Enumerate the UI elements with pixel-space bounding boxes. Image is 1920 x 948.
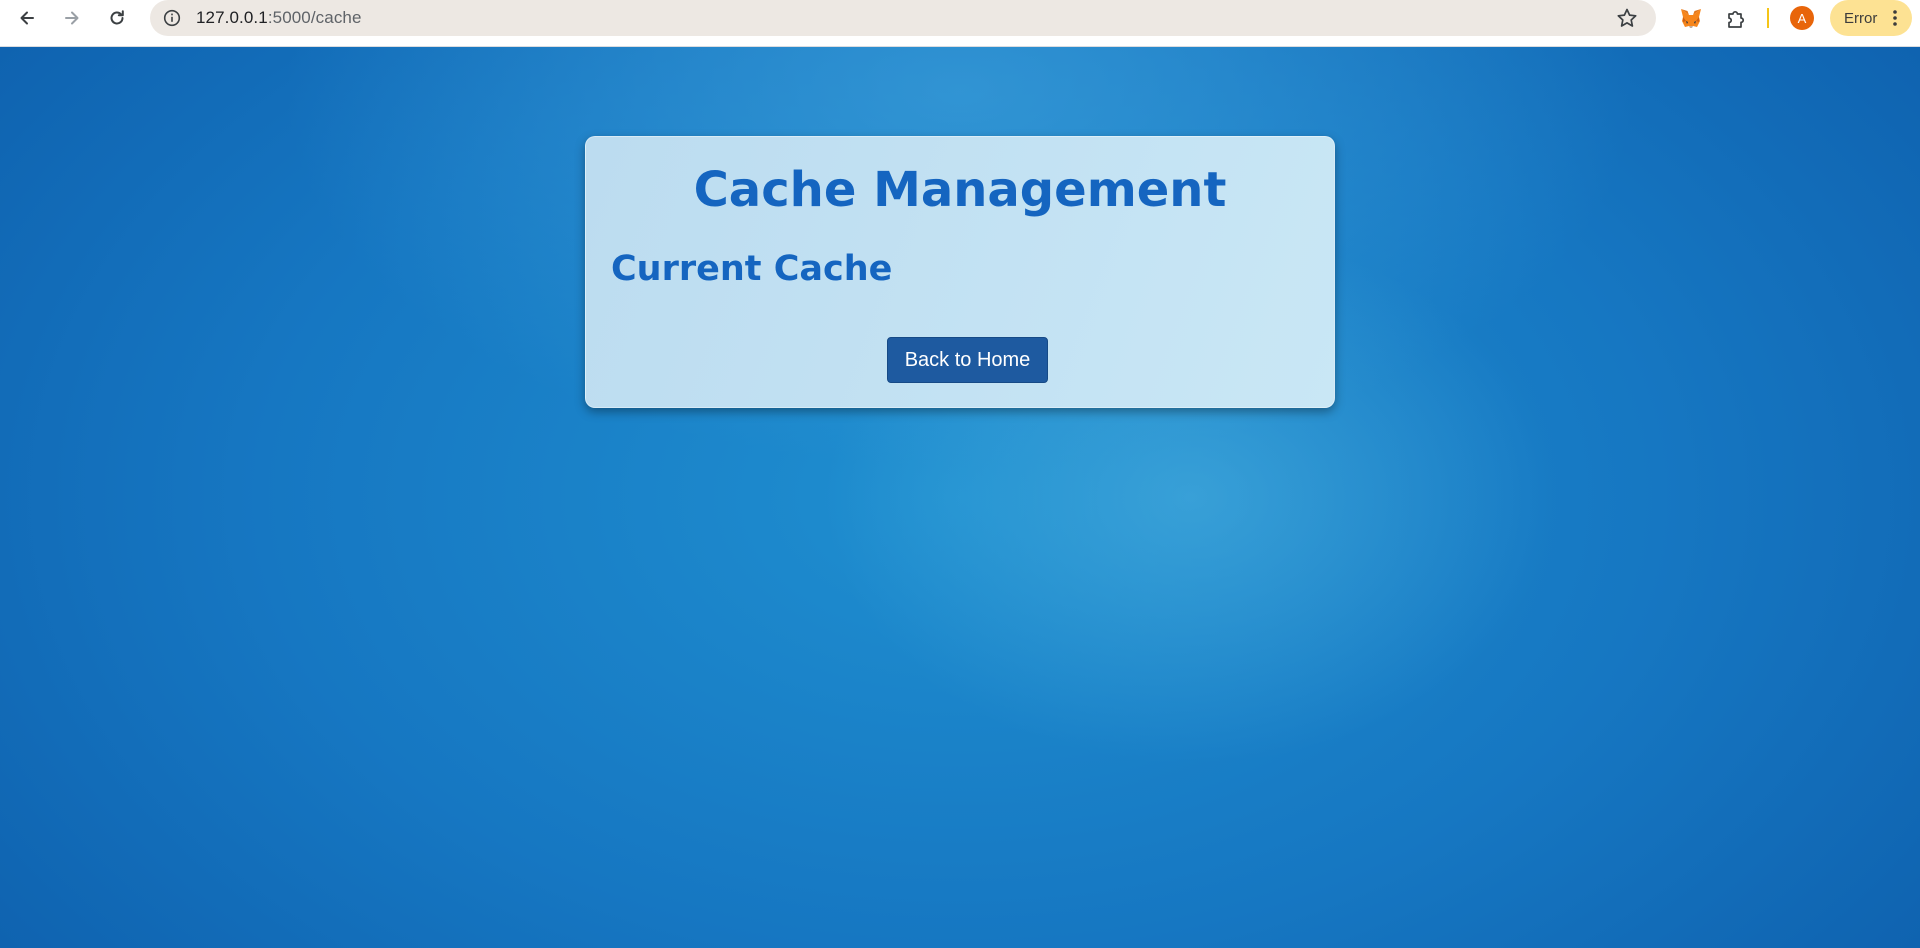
info-icon[interactable] xyxy=(163,9,181,27)
metamask-extension-button[interactable] xyxy=(1677,5,1705,33)
section-title: Current Cache xyxy=(611,249,893,289)
kebab-icon xyxy=(1893,10,1897,26)
toolbar-divider xyxy=(1767,8,1769,28)
url-host: 127.0.0.1 xyxy=(196,8,268,27)
address-bar[interactable]: 127.0.0.1:5000/cache xyxy=(150,0,1656,36)
star-icon[interactable] xyxy=(1616,7,1638,29)
puzzle-icon xyxy=(1728,10,1745,28)
error-chip-label: Error xyxy=(1844,9,1878,27)
back-button[interactable] xyxy=(12,3,42,33)
reload-icon xyxy=(110,10,124,25)
arrow-left-icon xyxy=(20,11,34,25)
forward-button[interactable] xyxy=(57,3,87,33)
back-to-home-button[interactable]: Back to Home xyxy=(887,337,1048,383)
browser-chrome: 127.0.0.1:5000/cache A Error xyxy=(0,0,1920,47)
extensions-button[interactable] xyxy=(1722,5,1750,33)
arrow-right-icon xyxy=(65,11,79,25)
cache-card: Cache Management Current Cache Back to H… xyxy=(585,136,1335,408)
page-background: Cache Management Current Cache Back to H… xyxy=(0,47,1920,948)
page-title: Cache Management xyxy=(693,162,1227,218)
url-path: :5000/cache xyxy=(267,8,362,27)
reload-button[interactable] xyxy=(102,3,132,33)
url-text[interactable]: 127.0.0.1:5000/cache xyxy=(196,8,362,28)
fox-icon xyxy=(1681,9,1701,28)
profile-avatar[interactable]: A xyxy=(1790,6,1814,30)
error-chip[interactable]: Error xyxy=(1830,0,1912,36)
